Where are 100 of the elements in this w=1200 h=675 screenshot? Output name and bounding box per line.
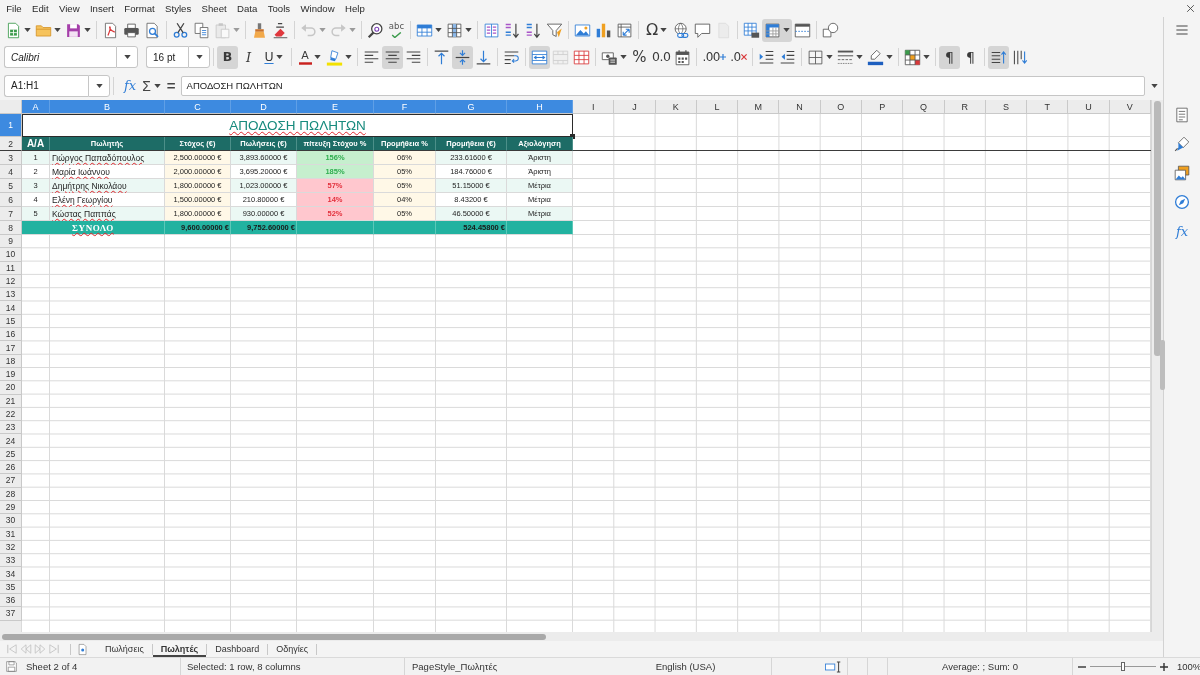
- row-header[interactable]: 37: [0, 607, 22, 621]
- row-header[interactable]: 34: [0, 567, 22, 581]
- column-header[interactable]: L: [696, 100, 739, 114]
- row-header[interactable]: 9: [0, 235, 22, 249]
- scrollbar-thumb[interactable]: [1154, 101, 1161, 356]
- scrollbar-thumb[interactable]: [2, 633, 546, 640]
- name-box[interactable]: A1:H1: [4, 74, 88, 97]
- row-header[interactable]: 1: [0, 114, 22, 137]
- merge-and-center-button[interactable]: [529, 45, 550, 69]
- column-header[interactable]: R: [944, 100, 986, 114]
- column-header[interactable]: O: [820, 100, 862, 114]
- sheet-tab[interactable]: Dashboard: [207, 641, 268, 657]
- number-format-button[interactable]: 0.0: [650, 45, 673, 69]
- center-vertically-button[interactable]: [452, 45, 473, 69]
- menu-item[interactable]: Data: [231, 0, 263, 17]
- sum-button[interactable]: Σ: [139, 75, 164, 96]
- add-sheet-button[interactable]: [77, 642, 89, 656]
- row-header[interactable]: 8: [0, 221, 22, 235]
- percent-format-button[interactable]: %: [629, 45, 650, 69]
- row-header[interactable]: 17: [0, 341, 22, 355]
- underline-button[interactable]: U: [259, 45, 288, 69]
- freeze-rows-columns-button[interactable]: [762, 18, 792, 42]
- font-color-button[interactable]: A: [295, 45, 324, 69]
- row-header[interactable]: 6: [0, 193, 22, 207]
- menu-item[interactable]: Insert: [84, 0, 120, 17]
- column-header[interactable]: F: [374, 100, 436, 114]
- left-to-right-button[interactable]: ¶: [939, 45, 960, 69]
- menu-item[interactable]: Edit: [26, 0, 54, 17]
- row-header[interactable]: 4: [0, 165, 22, 179]
- bold-button[interactable]: B: [217, 45, 238, 69]
- text-horizontal-button[interactable]: [988, 45, 1009, 69]
- dropdown-button[interactable]: [188, 46, 210, 68]
- column-header[interactable]: J: [614, 100, 656, 114]
- row-header[interactable]: 14: [0, 301, 22, 315]
- dropdown-button[interactable]: [116, 46, 138, 68]
- italic-button[interactable]: I: [238, 45, 259, 69]
- menu-item[interactable]: Styles: [159, 0, 197, 17]
- close-document-button[interactable]: [1185, 3, 1196, 14]
- formula-button[interactable]: =: [163, 75, 179, 96]
- copy-icon: [193, 21, 210, 39]
- row-header[interactable]: 23: [0, 421, 22, 435]
- sheet-tab[interactable]: Πωλήσεις: [97, 641, 152, 657]
- vertical-scrollbar[interactable]: [1151, 100, 1163, 632]
- row-header[interactable]: 10: [0, 248, 22, 262]
- row-header[interactable]: 24: [0, 434, 22, 448]
- column-header[interactable]: V: [1109, 100, 1151, 114]
- floppy-disk-icon[interactable]: [5, 660, 18, 673]
- menu-item[interactable]: Help: [339, 0, 370, 17]
- row-header[interactable]: 3: [0, 151, 22, 165]
- dropdown-button[interactable]: [88, 74, 110, 97]
- column-header[interactable]: H: [507, 100, 573, 114]
- column-header[interactable]: P: [862, 100, 904, 114]
- spelling-button[interactable]: abc: [386, 18, 407, 42]
- row-header[interactable]: 26: [0, 461, 22, 475]
- column-header[interactable]: Q: [903, 100, 945, 114]
- column-header[interactable]: S: [985, 100, 1028, 114]
- font-size-field[interactable]: 16 pt: [146, 46, 188, 68]
- sidebar-handle[interactable]: [1160, 340, 1165, 390]
- menu-item[interactable]: File: [1, 0, 27, 17]
- row-header[interactable]: 20: [0, 381, 22, 395]
- row-header[interactable]: 13: [0, 288, 22, 302]
- row-header[interactable]: 30: [0, 514, 22, 528]
- column-header[interactable]: M: [738, 100, 780, 114]
- zoom-in-button[interactable]: [1159, 661, 1169, 672]
- menu-item[interactable]: Tools: [262, 0, 296, 17]
- column-header[interactable]: T: [1027, 100, 1069, 114]
- sheet-tab[interactable]: Οδηγίες: [268, 641, 317, 657]
- menu-item[interactable]: Window: [295, 0, 340, 17]
- column-header[interactable]: C: [165, 100, 231, 114]
- menu-item[interactable]: View: [53, 0, 85, 17]
- menu-item[interactable]: Format: [119, 0, 160, 17]
- row-header[interactable]: 27: [0, 474, 22, 488]
- column-header[interactable]: B: [50, 100, 165, 114]
- slider-thumb[interactable]: [1121, 662, 1125, 671]
- column-header[interactable]: E: [297, 100, 374, 114]
- row-header[interactable]: 16: [0, 328, 22, 342]
- horizontal-scrollbar[interactable]: [0, 632, 1163, 641]
- column-header[interactable]: N: [779, 100, 821, 114]
- column-header[interactable]: K: [655, 100, 697, 114]
- column-header[interactable]: G: [436, 100, 507, 114]
- row-header[interactable]: 36: [0, 594, 22, 608]
- column-header[interactable]: D: [231, 100, 297, 114]
- formula-input[interactable]: ΑΠΟΔΟΣΗ ΠΩΛΗΤΩΝ: [180, 75, 1145, 96]
- special-character-button[interactable]: Ω: [642, 18, 671, 42]
- font-name-field[interactable]: Calibri: [4, 46, 116, 68]
- column-header[interactable]: I: [573, 100, 615, 114]
- function-wizard-button[interactable]: fx: [121, 75, 140, 96]
- align-center-button[interactable]: [382, 45, 403, 69]
- menu-item[interactable]: Sheet: [196, 0, 232, 17]
- row-header[interactable]: 33: [0, 554, 22, 568]
- add-decimal-button[interactable]: .00: [700, 45, 728, 69]
- delete-decimal-button[interactable]: .0: [728, 45, 749, 69]
- zoom-level[interactable]: 100%: [1177, 661, 1200, 672]
- column-header[interactable]: U: [1068, 100, 1110, 114]
- column-header[interactable]: A: [22, 100, 50, 114]
- row-header[interactable]: 5: [0, 179, 22, 193]
- row-header[interactable]: 7: [0, 207, 22, 221]
- functions-button[interactable]: fx: [1170, 220, 1194, 242]
- right-to-left-button[interactable]: ¶: [960, 45, 981, 69]
- selection-mode-icon[interactable]: [825, 660, 842, 673]
